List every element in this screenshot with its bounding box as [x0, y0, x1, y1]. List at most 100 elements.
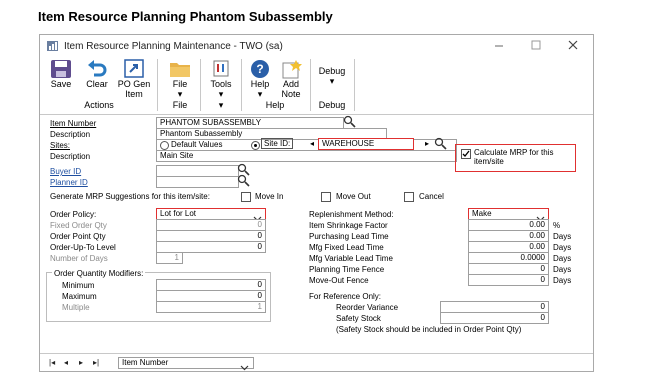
fixed-order-qty-label: Fixed Order Qty [50, 221, 107, 230]
mfg-variable-lead-time-label: Mfg Variable Lead Time [309, 254, 393, 263]
multiple-label: Multiple [62, 303, 90, 312]
last-record-button[interactable]: ▸| [93, 358, 99, 367]
site-description-field[interactable]: Main Site [156, 150, 457, 162]
reference-title: For Reference Only: [309, 292, 382, 301]
app-icon [47, 41, 58, 51]
replenishment-method-label: Replenishment Method: [309, 210, 394, 219]
add-note-label-1: Add [282, 79, 299, 89]
mfg-fixed-lead-time-unit: Days [553, 243, 572, 252]
help-button[interactable]: ? Help ▾ [246, 59, 274, 99]
replenishment-method-value: Make [472, 209, 492, 218]
ribbon-separator [354, 59, 355, 111]
document-title: Item Resource Planning Phantom Subassemb… [38, 9, 333, 24]
planner-lookup-icon[interactable] [237, 174, 250, 192]
planner-id-link[interactable]: Planner ID [50, 178, 88, 187]
po-gen-label-2: Item [125, 89, 143, 99]
save-icon [50, 59, 72, 79]
calculate-mrp-label: Calculate MRP for this item/site [474, 148, 554, 166]
minimum-label: Minimum [62, 281, 95, 290]
window-title: Item Resource Planning Maintenance - TWO… [64, 41, 283, 52]
group-help-label: Help [265, 100, 285, 110]
calculate-mrp-checkbox[interactable] [461, 149, 471, 159]
shrinkage-factor-label: Item Shrinkage Factor [309, 221, 388, 230]
chevron-down-icon[interactable] [240, 359, 249, 377]
group-actions-label: Actions [84, 100, 114, 110]
shrinkage-unit: % [553, 221, 561, 230]
ribbon-separator [200, 59, 201, 111]
folder-icon [169, 59, 191, 79]
group-tools-label: ▾ [218, 100, 224, 110]
debug-button[interactable]: Debug ▾ [315, 66, 349, 86]
safety-stock-note: (Safety Stock should be included in Orde… [336, 325, 522, 334]
multiple-field: 1 [156, 301, 266, 313]
site-id-radio[interactable] [251, 141, 260, 150]
debug-label: Debug [318, 66, 346, 76]
clear-button[interactable]: Clear [83, 59, 111, 89]
first-record-button[interactable]: |◂ [49, 358, 55, 367]
browse-bar: |◂ ◂ ▸ ▸| Item Number [40, 353, 593, 372]
order-policy-value: Lot for Lot [160, 209, 197, 218]
help-dropdown-arrow: ▾ [257, 89, 263, 99]
generate-mrp-label: Generate MRP Suggestions for this item/s… [50, 192, 210, 201]
safety-stock-field: 0 [440, 312, 549, 324]
file-dropdown-arrow: ▾ [177, 89, 183, 99]
site-description-label: Description [50, 152, 91, 161]
ribbon-toolbar: Save Clear PO Gen Item Actions File ▾ Fi… [40, 56, 593, 115]
maintenance-window: Item Resource Planning Maintenance - TWO… [39, 34, 594, 372]
cancel-label: Cancel [419, 192, 444, 201]
svg-text:?: ? [256, 62, 263, 76]
site-id-field[interactable]: WAREHOUSE [318, 138, 414, 150]
file-button[interactable]: File ▾ [166, 59, 194, 99]
sort-by-select[interactable]: Item Number [118, 357, 254, 369]
safety-stock-label: Safety Stock [336, 314, 381, 323]
tools-label: Tools [210, 79, 232, 89]
title-bar: Item Resource Planning Maintenance - TWO… [40, 35, 593, 57]
next-record-button[interactable]: ▸ [79, 358, 83, 367]
order-up-to-label: Order-Up-To Level [50, 243, 116, 252]
site-next-arrow[interactable]: ▸ [425, 139, 429, 148]
tools-dropdown-arrow: ▾ [218, 89, 224, 99]
purchasing-lead-time-unit: Days [553, 232, 572, 241]
add-note-button[interactable]: Add Note [277, 59, 305, 99]
order-point-qty-label: Order Point Qty [50, 232, 106, 241]
close-icon[interactable] [566, 39, 580, 54]
order-policy-label: Order Policy: [50, 210, 97, 219]
item-number-label[interactable]: Item Number [50, 119, 96, 128]
save-button[interactable]: Save [47, 59, 75, 89]
debug-dropdown-arrow: ▾ [329, 76, 335, 86]
move-in-label: Move In [255, 192, 284, 201]
number-of-days-field: 1 [156, 252, 183, 264]
minimize-icon[interactable] [492, 39, 506, 54]
buyer-id-link[interactable]: Buyer ID [50, 167, 81, 176]
site-id-label: Site ID: [261, 138, 294, 149]
group-file-label: File [172, 100, 188, 110]
save-label: Save [50, 79, 72, 89]
modifiers-title: Order Quantity Modifiers: [52, 269, 146, 278]
move-out-fence-unit: Days [553, 276, 572, 285]
move-in-checkbox[interactable] [241, 192, 251, 202]
default-values-radio[interactable] [160, 141, 169, 150]
sites-label[interactable]: Sites: [50, 141, 70, 150]
po-gen-item-button[interactable]: PO Gen Item [116, 59, 152, 99]
purchasing-lead-time-label: Purchasing Lead Time [309, 232, 389, 241]
mfg-fixed-lead-time-label: Mfg Fixed Lead Time [309, 243, 384, 252]
tools-icon [210, 59, 232, 79]
planning-time-fence-unit: Days [553, 265, 572, 274]
tools-button[interactable]: Tools ▾ [206, 59, 236, 99]
note-icon [280, 59, 302, 79]
previous-record-button[interactable]: ◂ [64, 358, 68, 367]
po-gen-label-1: PO Gen [117, 79, 151, 89]
planner-id-field[interactable] [156, 176, 239, 188]
number-of-days-label: Number of Days [50, 254, 108, 263]
ribbon-separator [241, 59, 242, 111]
site-prev-arrow[interactable]: ◂ [310, 139, 314, 148]
maximize-icon[interactable] [529, 39, 543, 54]
cancel-checkbox[interactable] [404, 192, 414, 202]
undo-icon [86, 59, 108, 79]
default-values-label: Default Values [171, 140, 223, 149]
move-out-fence-field[interactable]: 0 [468, 274, 549, 286]
move-out-checkbox[interactable] [321, 192, 331, 202]
file-label: File [172, 79, 188, 89]
move-out-fence-label: Move-Out Fence [309, 276, 369, 285]
mfg-variable-lead-time-unit: Days [553, 254, 572, 263]
